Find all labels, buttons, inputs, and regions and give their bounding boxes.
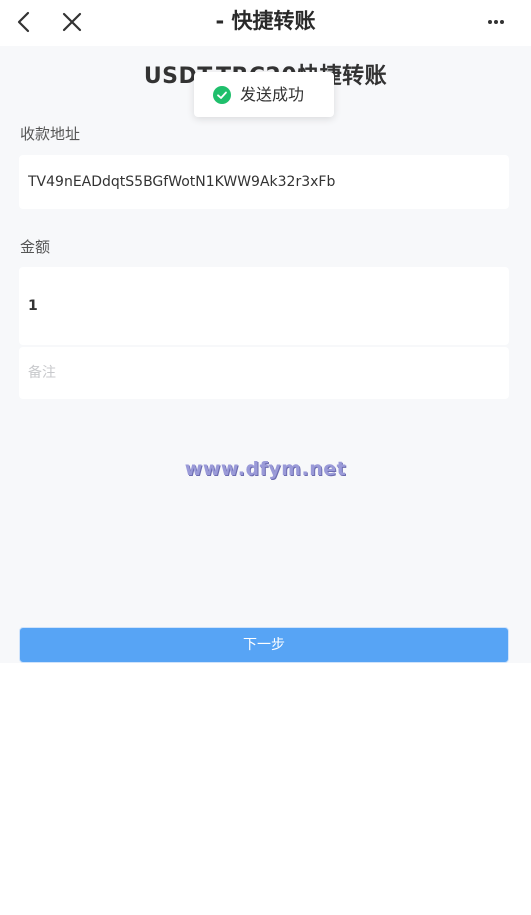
amount-field-box (19, 267, 509, 345)
main-content: USDT-TRC20快捷转账 收款地址 金额 www.dfym.net 下一步 (0, 46, 531, 663)
toast-message: 发送成功 (240, 85, 305, 104)
amount-input[interactable] (28, 267, 498, 345)
navbar: - 快捷转账 (0, 0, 531, 44)
memo-field-box (19, 347, 509, 399)
close-icon (62, 12, 82, 32)
address-label: 收款地址 (20, 125, 81, 143)
next-step-button[interactable]: 下一步 (19, 627, 509, 663)
watermark: www.dfym.net (184, 458, 347, 480)
more-horizontal-icon (488, 20, 504, 24)
address-input[interactable] (28, 155, 498, 209)
memo-input[interactable] (28, 347, 498, 399)
amount-label: 金额 (20, 238, 51, 256)
page-title: - 快捷转账 (215, 9, 316, 33)
chevron-left-icon (17, 11, 30, 33)
more-button[interactable] (481, 7, 511, 37)
success-toast: 发送成功 (194, 72, 334, 117)
address-field-box (19, 155, 509, 209)
back-button[interactable] (9, 7, 39, 37)
close-button[interactable] (57, 7, 87, 37)
check-circle-icon (213, 86, 231, 104)
